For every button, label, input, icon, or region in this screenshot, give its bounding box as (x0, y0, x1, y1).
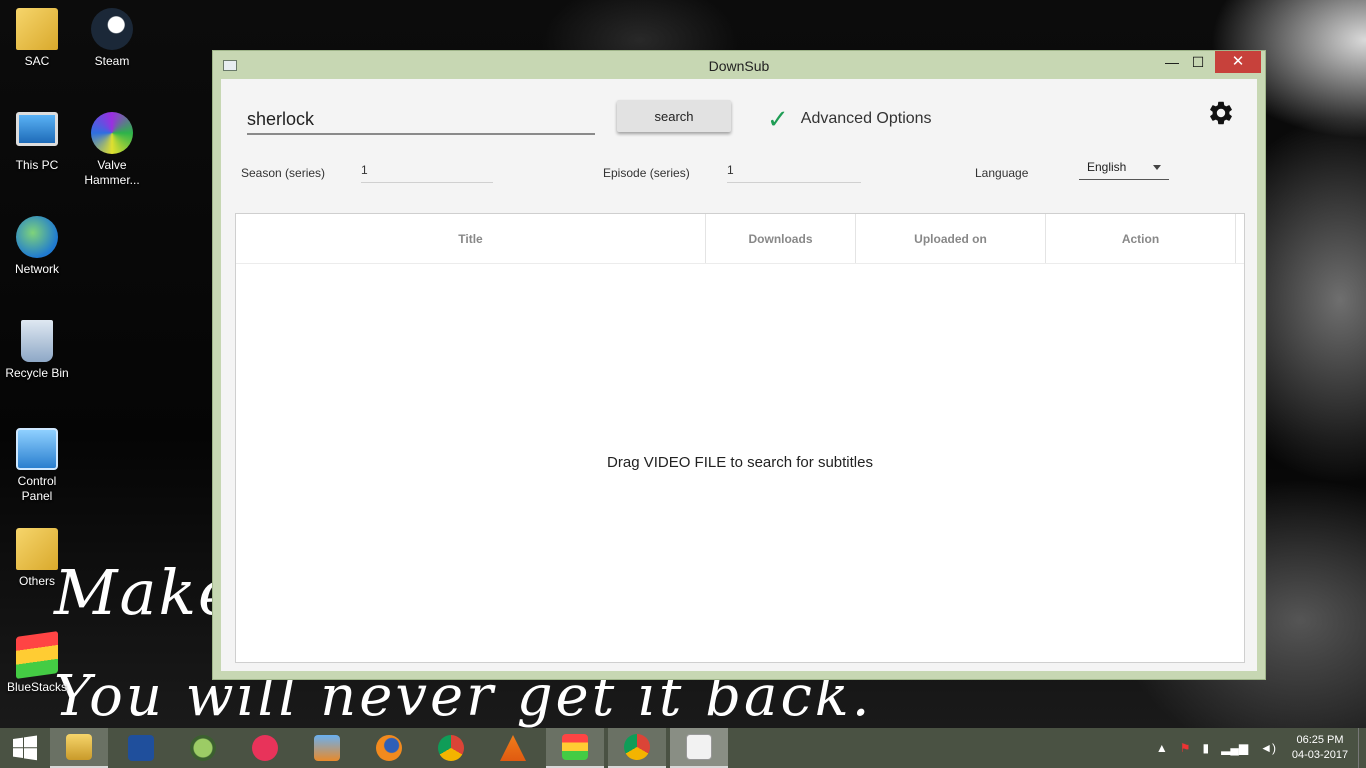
desktop-icon-bluestacks[interactable]: BlueStacks (1, 631, 73, 695)
bluestacks-icon (16, 631, 58, 679)
column-header-uploaded-on[interactable]: Uploaded on (856, 214, 1046, 263)
taskbar-firefox[interactable] (360, 728, 418, 768)
desktop-icon-network[interactable]: Network (1, 216, 73, 277)
chrome-icon (438, 735, 464, 761)
desktop-icon-label: Control Panel (17, 474, 57, 503)
powershell-icon (128, 735, 154, 761)
java-icon (686, 734, 712, 760)
steam-icon (91, 8, 133, 50)
desktop-icon-others[interactable]: Others (1, 528, 73, 589)
window-title: DownSub (708, 58, 770, 74)
column-header-downloads[interactable]: Downloads (706, 214, 856, 263)
taskbar: ▲ ⚑ ▮ ▂▄▆ ◄) 06:25 PM 04-03-2017 (0, 728, 1366, 768)
android-studio-icon (190, 735, 216, 761)
show-hidden-icons-chevron-icon[interactable]: ▲ (1156, 741, 1168, 755)
show-desktop-button[interactable] (1358, 728, 1366, 768)
windows-logo-icon (13, 735, 37, 761)
folder-icon (16, 8, 58, 50)
window-titlebar[interactable]: DownSub — ☐ ✕ (213, 51, 1265, 79)
recycle-bin-icon (21, 320, 53, 362)
desktop-icon-label: This PC (15, 158, 59, 172)
clock-date: 04-03-2017 (1291, 749, 1349, 761)
network-signal-icon[interactable]: ▂▄▆ (1221, 741, 1248, 755)
control-panel-icon (16, 428, 58, 470)
search-input[interactable] (247, 105, 595, 135)
valve-hammer-icon (91, 112, 133, 154)
taskbar-file-explorer[interactable] (50, 728, 108, 768)
desktop-icon-recycle-bin[interactable]: Recycle Bin (1, 320, 73, 381)
folder-icon (16, 528, 58, 570)
dropdown-caret-icon (1153, 165, 1161, 170)
taskbar-chrome[interactable] (422, 728, 480, 768)
volume-icon[interactable]: ◄) (1260, 741, 1276, 755)
taskbar-app-pink[interactable] (236, 728, 294, 768)
taskbar-clock[interactable]: 06:25 PM 04-03-2017 (1282, 733, 1358, 763)
taskbar-vlc[interactable] (484, 728, 542, 768)
desktop-icon-this-pc[interactable]: This PC (1, 112, 73, 173)
season-input[interactable] (361, 157, 493, 183)
battery-icon[interactable]: ▮ (1203, 741, 1210, 755)
desktop-icon-label: BlueStacks (6, 680, 68, 694)
taskbar-chrome-2[interactable] (608, 728, 666, 768)
taskbar-powershell[interactable] (112, 728, 170, 768)
episode-input[interactable] (727, 157, 861, 183)
flickr-icon (252, 735, 278, 761)
taskbar-java-app[interactable] (670, 728, 728, 768)
subtitles-table: Title Downloads Uploaded on Action Drag … (235, 213, 1245, 663)
language-selected-value: English (1087, 160, 1127, 174)
desktop-icon-label: SAC (24, 54, 50, 68)
taskbar-android-studio[interactable] (174, 728, 232, 768)
maximize-button[interactable]: ☐ (1183, 51, 1213, 73)
advanced-options-label: Advanced Options (800, 110, 932, 127)
season-label: Season (series) (241, 166, 326, 180)
desktop-icon-control-panel[interactable]: Control Panel (1, 428, 73, 504)
column-header-action[interactable]: Action (1046, 214, 1236, 263)
chrome-icon (624, 734, 650, 760)
system-tray: ▲ ⚑ ▮ ▂▄▆ ◄) 06:25 PM 04-03-2017 (1150, 728, 1366, 768)
desktop-icon-valve-hammer[interactable]: Valve Hammer... (76, 112, 148, 188)
network-icon (16, 216, 58, 258)
episode-label: Episode (series) (603, 166, 690, 180)
language-label: Language (975, 166, 1029, 180)
table-empty-message: Drag VIDEO FILE to search for subtitles (607, 454, 873, 471)
downsub-window: DownSub — ☐ ✕ search ✓ Advanced Options … (212, 50, 1266, 680)
close-button[interactable]: ✕ (1215, 51, 1261, 73)
bluestacks-icon (562, 734, 588, 760)
taskbar-bluestacks[interactable] (546, 728, 604, 768)
firefox-icon (376, 735, 402, 761)
desktop-icon-label: Steam (94, 54, 130, 68)
wallpaper-text-make: Make (54, 556, 237, 629)
media-player-icon (314, 735, 340, 761)
start-button[interactable] (0, 728, 50, 768)
gear-icon[interactable] (1207, 99, 1235, 127)
file-explorer-icon (66, 734, 92, 760)
language-select[interactable]: English (1079, 155, 1169, 180)
desktop-icon-label: Recycle Bin (5, 366, 69, 380)
window-client-area: search ✓ Advanced Options Season (series… (221, 79, 1257, 671)
search-button[interactable]: search (617, 100, 731, 132)
clock-time: 06:25 PM (1296, 734, 1344, 746)
computer-icon (16, 112, 58, 146)
action-center-flag-icon[interactable]: ⚑ (1180, 741, 1191, 755)
column-header-title[interactable]: Title (236, 214, 706, 263)
desktop-icon-label: Others (18, 574, 55, 588)
taskbar-media-player[interactable] (298, 728, 356, 768)
desktop-icon-sac[interactable]: SAC (1, 8, 73, 69)
desktop-icon-steam[interactable]: Steam (76, 8, 148, 69)
desktop-icon-label: Network (14, 262, 59, 276)
checkmark-icon: ✓ (767, 104, 789, 134)
vlc-icon (500, 735, 526, 761)
table-header: Title Downloads Uploaded on Action (236, 214, 1244, 264)
advanced-options-toggle[interactable]: ✓ Advanced Options (767, 105, 932, 133)
desktop-icon-label: Valve Hammer... (84, 158, 140, 187)
